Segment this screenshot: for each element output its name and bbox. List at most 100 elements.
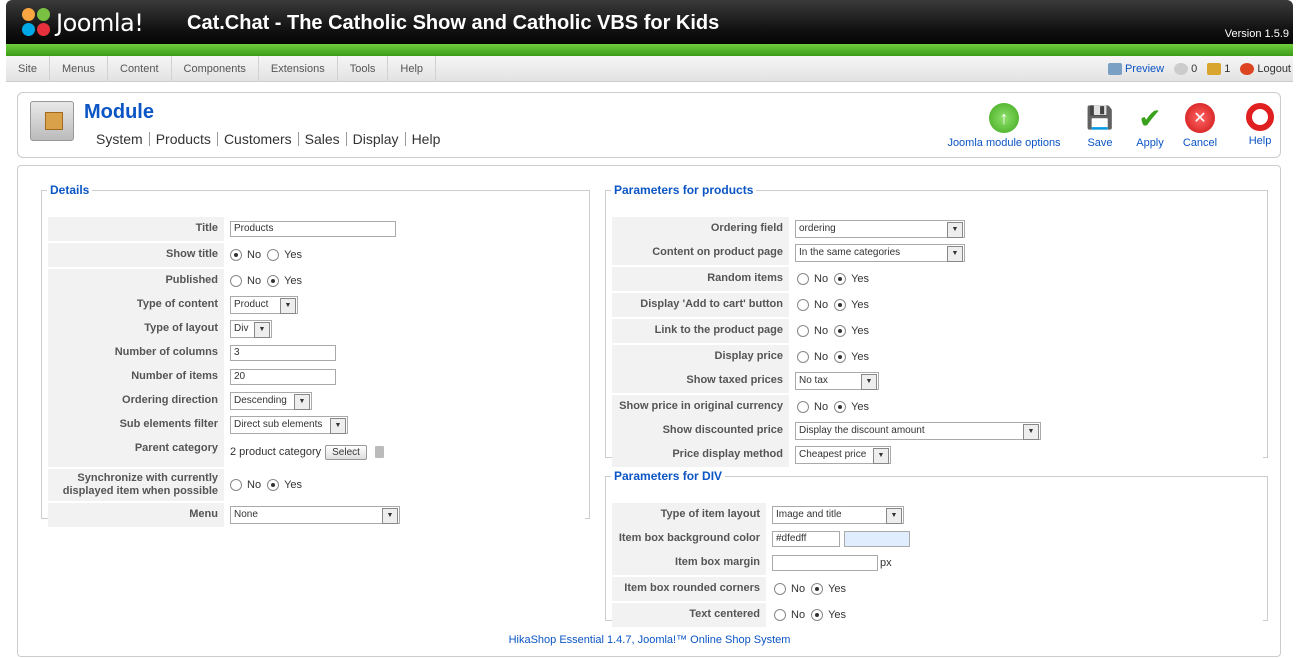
rounded-yes-radio[interactable]: Yes (811, 583, 846, 595)
row-link-product: Link to the product page No Yes (612, 319, 1263, 343)
subnav-sales[interactable]: Sales (299, 132, 347, 146)
price-no-radio[interactable]: No (797, 351, 828, 363)
select-button[interactable]: Select (325, 444, 367, 460)
bg-color-input[interactable]: #dfedff (772, 531, 840, 547)
title-input[interactable]: Products (230, 221, 396, 237)
margin-unit: px (880, 557, 892, 569)
row-display-price: Display price No Yes (612, 345, 1263, 369)
row-rounded-corners: Item box rounded corners No Yes (612, 577, 1263, 601)
div-legend: Parameters for DIV (614, 469, 723, 483)
cart-no-radio[interactable]: No (797, 299, 828, 311)
users-icon (1207, 63, 1222, 75)
sub-navigation: System Products Customers Sales Display … (90, 132, 446, 146)
joomla-logo-icon (22, 8, 52, 38)
main-menu: Site Menus Content Components Extensions… (6, 55, 1293, 82)
header-green-bar (6, 44, 1293, 56)
messages-count[interactable]: 0 (1174, 63, 1197, 75)
footer-link[interactable]: HikaShop Essential 1.4.7, Joomla!™ Onlin… (0, 634, 1299, 646)
content-product-select[interactable]: In the same categories (795, 244, 965, 262)
arrow-up-icon: ↑ (989, 103, 1019, 133)
price-method-select[interactable]: Cheapest price (795, 446, 891, 464)
orig-no-radio[interactable]: No (797, 401, 828, 413)
menu-tools[interactable]: Tools (338, 55, 389, 82)
type-layout-select[interactable]: Div (230, 320, 272, 338)
row-content-product: Content on product page In the same cate… (612, 241, 1263, 265)
price-yes-radio[interactable]: Yes (834, 351, 869, 363)
cancel-icon: ✕ (1185, 103, 1215, 133)
taxed-prices-select[interactable]: No tax (795, 372, 879, 390)
subnav-help[interactable]: Help (406, 132, 447, 146)
preview-icon (1107, 63, 1122, 75)
items-input[interactable]: 20 (230, 369, 336, 385)
centered-yes-radio[interactable]: Yes (811, 609, 846, 621)
row-type-layout: Type of layout Div (48, 317, 585, 341)
orig-yes-radio[interactable]: Yes (834, 401, 869, 413)
show-title-yes-radio[interactable]: Yes (267, 249, 302, 261)
parent-category-value: 2 product category (230, 446, 322, 458)
details-fieldset: Details Title Products Show title No Yes… (41, 183, 590, 527)
menu-site[interactable]: Site (6, 55, 50, 82)
users-count[interactable]: 1 (1207, 63, 1230, 75)
menu-select[interactable]: None (230, 506, 400, 524)
save-button[interactable]: 💾 Save (1082, 103, 1118, 149)
content-area: Details Title Products Show title No Yes… (17, 165, 1281, 657)
row-text-centered: Text centered No Yes (612, 603, 1263, 627)
row-synchronize: Synchronize with currently displayed item… (48, 469, 585, 501)
published-no-radio[interactable]: No (230, 275, 261, 287)
menu-components[interactable]: Components (172, 55, 259, 82)
rounded-no-radio[interactable]: No (774, 583, 805, 595)
row-taxed-prices: Show taxed prices No tax (612, 369, 1263, 393)
sub-filter-select[interactable]: Direct sub elements (230, 416, 348, 434)
box-margin-input[interactable] (772, 555, 878, 571)
cart-yes-radio[interactable]: Yes (834, 299, 869, 311)
help-button[interactable]: Help (1240, 103, 1280, 147)
menu-extensions[interactable]: Extensions (259, 55, 338, 82)
menu-content[interactable]: Content (108, 55, 172, 82)
columns-input[interactable]: 3 (230, 345, 336, 361)
color-swatch[interactable] (844, 531, 910, 547)
subnav-system[interactable]: System (90, 132, 150, 146)
joomla-logo: Joomla! (22, 6, 144, 40)
site-title: Cat.Chat - The Catholic Show and Catholi… (187, 12, 720, 34)
random-yes-radio[interactable]: Yes (834, 273, 869, 285)
item-layout-select[interactable]: Image and title (772, 506, 904, 524)
link-yes-radio[interactable]: Yes (834, 325, 869, 337)
show-title-no-radio[interactable]: No (230, 249, 261, 261)
row-random-items: Random items No Yes (612, 267, 1263, 291)
apply-button[interactable]: ✔ Apply (1130, 102, 1170, 150)
published-yes-radio[interactable]: Yes (267, 275, 302, 287)
sync-yes-radio[interactable]: Yes (267, 479, 302, 491)
floppy-icon: 💾 (1086, 105, 1114, 130)
row-items: Number of items 20 (48, 365, 585, 389)
row-add-to-cart: Display 'Add to cart' button No Yes (612, 293, 1263, 317)
module-icon (30, 101, 74, 141)
sync-no-radio[interactable]: No (230, 479, 261, 491)
products-legend: Parameters for products (614, 183, 754, 197)
menu-menus[interactable]: Menus (50, 55, 108, 82)
ordering-field-select[interactable]: ordering (795, 220, 965, 238)
logout-link[interactable]: Logout (1240, 63, 1291, 75)
details-legend: Details (50, 183, 90, 197)
logout-icon (1240, 63, 1255, 75)
checkmark-icon: ✔ (1138, 102, 1162, 134)
preview-link[interactable]: Preview (1107, 63, 1164, 75)
row-show-title: Show title No Yes (48, 243, 585, 267)
menu-help[interactable]: Help (388, 55, 437, 82)
cancel-button[interactable]: ✕ Cancel (1178, 103, 1222, 149)
random-no-radio[interactable]: No (797, 273, 828, 285)
trash-icon[interactable] (374, 446, 384, 458)
centered-no-radio[interactable]: No (774, 609, 805, 621)
row-columns: Number of columns 3 (48, 341, 585, 365)
type-content-select[interactable]: Product (230, 296, 298, 314)
ordering-direction-select[interactable]: Descending (230, 392, 312, 410)
row-published: Published No Yes (48, 269, 585, 293)
products-fieldset: Parameters for products Ordering field o… (605, 183, 1268, 467)
subnav-customers[interactable]: Customers (218, 132, 299, 146)
row-title: Title Products (48, 217, 585, 241)
link-no-radio[interactable]: No (797, 325, 828, 337)
row-menu: Menu None (48, 503, 585, 527)
subnav-display[interactable]: Display (347, 132, 406, 146)
joomla-options-button[interactable]: ↑ Joomla module options (946, 103, 1062, 149)
subnav-products[interactable]: Products (150, 132, 218, 146)
discounted-price-select[interactable]: Display the discount amount (795, 422, 1041, 440)
